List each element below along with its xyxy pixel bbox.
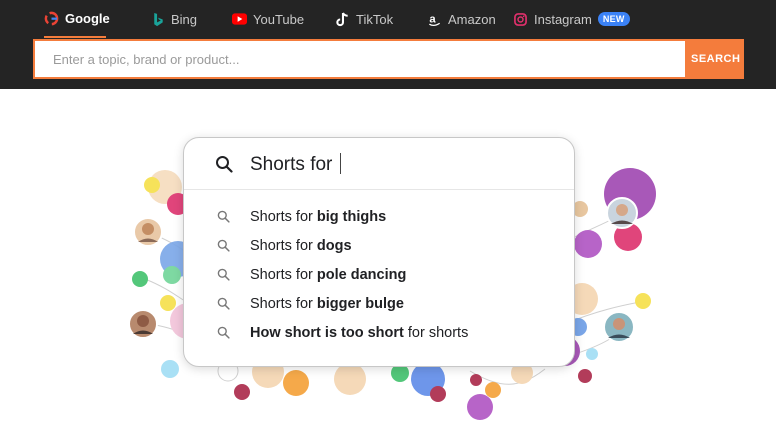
- tab-label: Amazon: [448, 11, 496, 27]
- avatar-right-bottom: [603, 311, 635, 343]
- suggestion-text: Shorts for pole dancing: [250, 266, 407, 283]
- avatar-right-top: [606, 197, 638, 229]
- suggestion-text: How short is too short for shorts: [250, 324, 469, 341]
- youtube-icon: [232, 12, 247, 27]
- avatar-left-bottom: [128, 309, 158, 339]
- query-text[interactable]: Shorts for: [250, 153, 342, 176]
- avatar-left-top: [133, 217, 163, 247]
- tab-instagram[interactable]: Instagram NEW: [513, 0, 630, 38]
- suggestion-item[interactable]: How short is too short for shorts: [184, 318, 574, 347]
- amazon-icon: a: [427, 12, 442, 27]
- search-icon: [217, 297, 230, 315]
- suggestion-item[interactable]: Shorts for dogs: [184, 231, 574, 260]
- suggestion-item[interactable]: Shorts for bigger bulge: [184, 289, 574, 318]
- tab-amazon[interactable]: a Amazon: [427, 0, 496, 38]
- autocomplete-panel: Shorts for Shorts for big thighs Shorts …: [183, 137, 575, 367]
- tiktok-icon: [335, 11, 350, 27]
- search-icon: [217, 326, 230, 344]
- svg-text:a: a: [429, 13, 436, 25]
- suggestion-text: Shorts for big thighs: [250, 208, 387, 225]
- bing-icon: [150, 12, 165, 27]
- tab-label: TikTok: [356, 11, 394, 27]
- tab-tiktok[interactable]: TikTok: [335, 0, 393, 38]
- tab-label: Bing: [171, 11, 198, 27]
- tab-label: Google: [65, 10, 110, 26]
- tab-youtube[interactable]: YouTube: [232, 0, 304, 38]
- instagram-icon: [513, 12, 528, 27]
- tab-label: Instagram: [534, 11, 592, 27]
- search-bar: SEARCH: [33, 39, 744, 79]
- tab-label: YouTube: [253, 11, 305, 27]
- suggestion-item[interactable]: Shorts for big thighs: [184, 202, 574, 231]
- suggestion-item[interactable]: Shorts for pole dancing: [184, 260, 574, 289]
- top-bar: Google Bing YouTube TikTok a Amazon Inst…: [0, 0, 776, 89]
- search-icon: [217, 239, 230, 257]
- suggestion-text: Shorts for dogs: [250, 237, 352, 254]
- query-row: Shorts for: [184, 138, 574, 190]
- search-icon: [217, 210, 230, 228]
- search-input[interactable]: [35, 41, 685, 77]
- search-button[interactable]: SEARCH: [685, 41, 742, 77]
- new-badge: NEW: [597, 12, 630, 26]
- engine-tabs: Google Bing YouTube TikTok a Amazon Inst…: [0, 0, 776, 38]
- search-icon: [215, 155, 233, 178]
- tab-google[interactable]: Google: [44, 0, 110, 38]
- google-icon: [44, 11, 59, 26]
- suggestion-text: Shorts for bigger bulge: [250, 295, 404, 312]
- search-icon: [217, 268, 230, 286]
- tab-bing[interactable]: Bing: [150, 0, 197, 38]
- text-caret: [340, 153, 342, 174]
